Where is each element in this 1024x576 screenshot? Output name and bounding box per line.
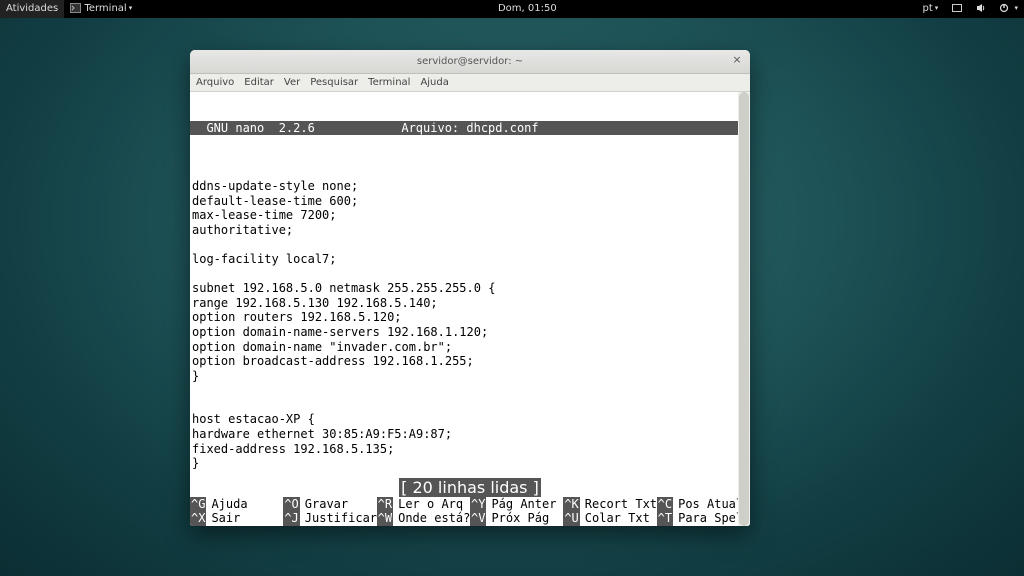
- window-titlebar[interactable]: servidor@servidor: ~ ×: [190, 50, 750, 74]
- shortcut: ^UColar Txt: [563, 511, 656, 526]
- shortcut: ^YPág Anter: [470, 497, 563, 512]
- shortcut: ^TPara Spell: [657, 511, 750, 526]
- volume-icon[interactable]: [970, 0, 993, 18]
- accessibility-icon[interactable]: [944, 0, 970, 18]
- window-title: servidor@servidor: ~: [190, 56, 750, 67]
- shortcut: ^CPos Atual: [657, 497, 750, 512]
- menu-bar: Arquivo Editar Ver Pesquisar Terminal Ajuda: [190, 74, 750, 92]
- menu-ver[interactable]: Ver: [284, 77, 300, 88]
- menu-pesquisar[interactable]: Pesquisar: [310, 77, 358, 88]
- shortcut: ^GAjuda: [190, 497, 283, 512]
- terminal-window: servidor@servidor: ~ × Arquivo Editar Ver P…: [190, 50, 750, 526]
- menu-terminal[interactable]: Terminal: [368, 77, 410, 88]
- power-icon[interactable]: ▾: [993, 0, 1024, 18]
- activities-button[interactable]: Atividades: [0, 0, 64, 18]
- close-icon[interactable]: ×: [728, 53, 746, 66]
- shortcut: ^WOnde está?: [377, 511, 470, 526]
- nano-header: GNU nano 2.2.6 Arquivo: dhcpd.conf: [190, 121, 750, 135]
- app-menu[interactable]: Terminal▾: [64, 0, 138, 18]
- terminal-area[interactable]: GNU nano 2.2.6 Arquivo: dhcpd.conf ddns-…: [190, 92, 750, 478]
- menu-editar[interactable]: Editar: [244, 77, 274, 88]
- shortcut: ^KRecort Txt: [563, 497, 656, 512]
- menu-ajuda[interactable]: Ajuda: [420, 77, 448, 88]
- editor-content: ddns-update-style none; default-lease-ti…: [190, 164, 750, 470]
- shortcut: ^RLer o Arq: [377, 497, 470, 512]
- shortcut: ^XSair: [190, 511, 283, 526]
- scrollbar[interactable]: [738, 92, 750, 526]
- chevron-down-icon: ▾: [1014, 4, 1018, 12]
- chevron-down-icon: ▾: [935, 4, 939, 12]
- shortcut: ^JJustificar: [283, 511, 376, 526]
- chevron-down-icon: ▾: [129, 4, 133, 12]
- shortcut: ^VPróx Pág: [470, 511, 563, 526]
- input-source[interactable]: pt▾: [917, 0, 945, 18]
- nano-status: [ 20 linhas lidas ]: [190, 478, 750, 497]
- terminal-icon: [70, 3, 81, 13]
- shortcut: ^OGravar: [283, 497, 376, 512]
- menu-arquivo[interactable]: Arquivo: [196, 77, 234, 88]
- scrollbar-thumb[interactable]: [739, 92, 749, 526]
- clock[interactable]: Dom, 01:50: [138, 0, 916, 18]
- top-bar: Atividades Terminal▾ Dom, 01:50 pt▾ ▾: [0, 0, 1024, 18]
- nano-shortcuts: ^GAjuda^OGravar^RLer o Arq^YPág Anter^KR…: [190, 497, 750, 526]
